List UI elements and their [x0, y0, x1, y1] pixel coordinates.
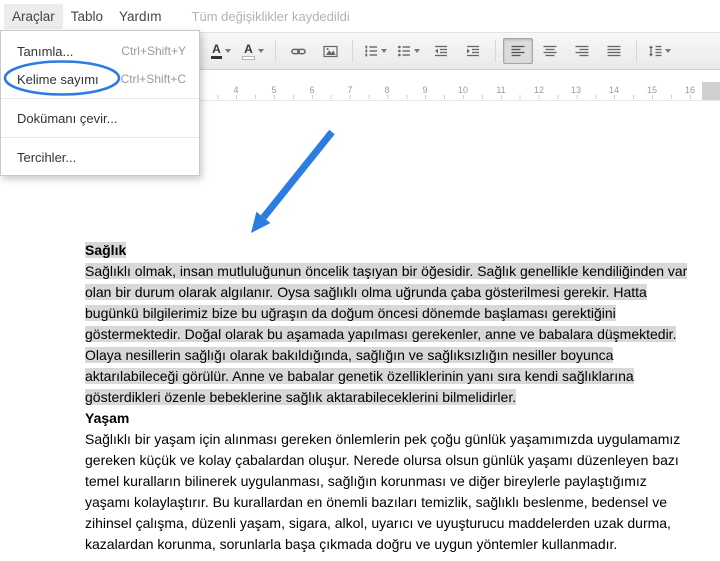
document-line[interactable]: Sağlık [85, 240, 720, 261]
document-line[interactable]: aktarılabileceği görülür. Anne ve babala… [85, 366, 720, 387]
align-right-button[interactable] [567, 38, 597, 64]
ruler-number: 9 [422, 85, 428, 95]
increase-indent-button[interactable] [458, 38, 488, 64]
link-icon [290, 48, 306, 54]
document-line[interactable]: Sağlıklı bir yaşam için alınması gereken… [85, 429, 720, 450]
bulleted-list-button[interactable] [393, 38, 424, 64]
indent-icon [467, 45, 479, 57]
menu-separator [1, 98, 199, 99]
ruler-number: 8 [384, 85, 390, 95]
toolbar-separator [495, 40, 496, 62]
bulleted-list-icon [398, 45, 410, 57]
image-icon [322, 45, 338, 57]
align-justify-icon [607, 45, 621, 57]
document-line[interactable]: olan bir durum olarak algılanır. Oysa sa… [85, 282, 720, 303]
ruler-number: 16 [684, 85, 696, 95]
numbered-list-button[interactable] [360, 38, 391, 64]
ruler-number: 6 [309, 85, 315, 95]
highlight-color-icon: A [242, 43, 255, 60]
align-justify-button[interactable] [599, 38, 629, 64]
ruler-number: 12 [533, 85, 545, 95]
toolbar-separator [275, 40, 276, 62]
insert-image-button[interactable] [315, 38, 345, 64]
ruler-number: 5 [271, 85, 277, 95]
ruler-number: 15 [646, 85, 658, 95]
toolbar-separator [352, 40, 353, 62]
tools-menu-dropdown: Tanımla... Ctrl+Shift+Y Kelime sayımı Ct… [0, 30, 200, 176]
chevron-down-icon [414, 49, 420, 53]
menu-item-kelime-sayimi[interactable]: Kelime sayımı Ctrl+Shift+C [1, 65, 199, 93]
chevron-down-icon [665, 49, 671, 53]
text-color-icon: A [211, 43, 222, 59]
document-line[interactable]: gösterdikleri özenle bebeklerine sağlık … [85, 387, 720, 408]
menu-araclar[interactable]: Araçlar [4, 3, 63, 29]
ruler-number: 4 [233, 85, 239, 95]
document-line[interactable]: yaşamı kolaylaştırır. Bu kurallardan en … [85, 492, 720, 513]
document-line[interactable]: göstermektedir. Doğal olarak bu aşamada … [85, 324, 720, 345]
chevron-down-icon [258, 49, 264, 53]
menu-tablo[interactable]: Tablo [63, 4, 111, 29]
document-line[interactable]: gereken küçük ve kolay çabalardan oluşur… [85, 450, 720, 471]
document-line[interactable]: bugünkü bilgilerimiz bize bu uğraşın da … [85, 303, 720, 324]
shortcut-label: Ctrl+Shift+C [120, 72, 186, 86]
highlight-color-button[interactable]: A [238, 38, 268, 64]
document-line[interactable]: Sağlıklı olmak, insan mutluluğunun öncel… [85, 261, 720, 282]
numbered-list-icon [365, 45, 377, 57]
align-right-icon [575, 45, 589, 57]
document-line[interactable]: Olaya nesillerin sağlığı olarak bakıldığ… [85, 345, 720, 366]
ruler-number: 11 [496, 85, 506, 95]
insert-link-button[interactable] [283, 38, 313, 64]
document-line[interactable]: kazalardan korunma, sorunlarla başa çıkm… [85, 534, 720, 555]
ruler-number: 7 [347, 85, 353, 95]
menu-bar: Araçlar Tablo Yardım Tüm değişiklikler k… [0, 0, 720, 32]
decrease-indent-button[interactable] [426, 38, 456, 64]
toolbar-separator [636, 40, 637, 62]
document-line[interactable]: Yaşam [85, 408, 720, 429]
line-spacing-icon [649, 45, 662, 57]
shortcut-label: Ctrl+Shift+Y [121, 44, 186, 58]
menu-item-tercihler[interactable]: Tercihler... [1, 143, 199, 171]
ruler-number: 14 [608, 85, 620, 95]
ruler-right-margin-block [702, 82, 720, 100]
save-status: Tüm değişiklikler kaydedildi [191, 8, 350, 24]
chevron-down-icon [381, 49, 387, 53]
google-docs-app: Araçlar Tablo Yardım Tüm değişiklikler k… [0, 0, 720, 561]
align-center-button[interactable] [535, 38, 565, 64]
document-line[interactable]: temel kuralların bilinerek uygulanması, … [85, 471, 720, 492]
menu-item-dokumani-cevir[interactable]: Dokümanı çevir... [1, 104, 199, 132]
menu-yardim[interactable]: Yardım [111, 4, 170, 29]
align-left-button[interactable] [503, 38, 533, 64]
outdent-icon [435, 45, 447, 57]
menu-item-tanimla[interactable]: Tanımla... Ctrl+Shift+Y [1, 37, 199, 65]
menu-separator [1, 137, 199, 138]
chevron-down-icon [225, 49, 231, 53]
ruler-number: 13 [570, 85, 582, 95]
text-color-button[interactable]: A [206, 38, 236, 64]
document-line[interactable]: zihinsel çalışma, düzenli yaşam, sigara,… [85, 513, 720, 534]
align-left-icon [511, 45, 525, 57]
line-spacing-button[interactable] [644, 38, 675, 64]
ruler-number: 10 [457, 85, 469, 95]
align-center-icon [543, 45, 557, 57]
